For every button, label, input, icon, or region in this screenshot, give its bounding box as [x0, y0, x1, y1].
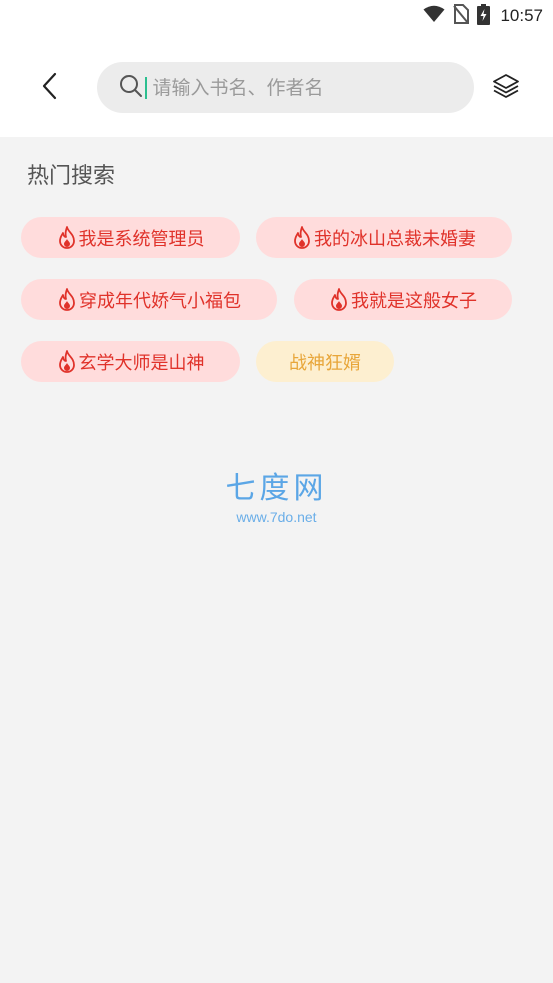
- flame-icon: [329, 287, 349, 312]
- search-tag[interactable]: 战神狂婿: [256, 341, 394, 382]
- status-icons: 10:57: [423, 3, 543, 29]
- hot-search-title: 热门搜索: [27, 164, 116, 189]
- flame-icon: [57, 287, 77, 312]
- chevron-left-icon: [40, 71, 60, 105]
- search-icon: [119, 74, 143, 102]
- wifi-icon: [423, 5, 445, 27]
- hot-tag-label: 我就是这般女子: [351, 290, 477, 312]
- top-bar: 10:57: [0, 0, 553, 137]
- hot-tag[interactable]: 我是系统管理员: [21, 217, 240, 258]
- search-tag-label: 战神狂婿: [289, 352, 361, 374]
- flame-icon: [292, 225, 312, 250]
- hot-tag-label: 玄学大师是山神: [78, 352, 205, 374]
- no-sim-icon: [453, 4, 470, 28]
- status-time: 10:57: [500, 6, 543, 25]
- watermark: 七度网 www.7do.net: [0, 463, 553, 525]
- layers-icon: [492, 73, 520, 103]
- flame-icon: [57, 225, 77, 250]
- search-box[interactable]: [97, 62, 474, 113]
- battery-charging-icon: [477, 3, 491, 29]
- watermark-title: 七度网: [225, 471, 328, 506]
- hot-tag[interactable]: 玄学大师是山神: [21, 341, 240, 382]
- text-caret: [145, 76, 147, 99]
- hot-tag[interactable]: 我就是这般女子: [294, 279, 512, 320]
- back-button[interactable]: [30, 68, 70, 108]
- search-input[interactable]: [152, 76, 453, 99]
- hot-tag-label: 穿成年代娇气小福包: [79, 290, 241, 312]
- flame-icon: [57, 349, 77, 374]
- hot-tag[interactable]: 我的冰山总裁未婚妻: [256, 217, 512, 258]
- status-bar: 10:57: [0, 0, 553, 32]
- layers-button[interactable]: [488, 70, 524, 106]
- hot-tag-label: 我是系统管理员: [78, 228, 205, 250]
- hot-tag-label: 我的冰山总裁未婚妻: [314, 228, 476, 250]
- watermark-url: www.7do.net: [236, 509, 317, 525]
- hot-tag[interactable]: 穿成年代娇气小福包: [21, 279, 277, 320]
